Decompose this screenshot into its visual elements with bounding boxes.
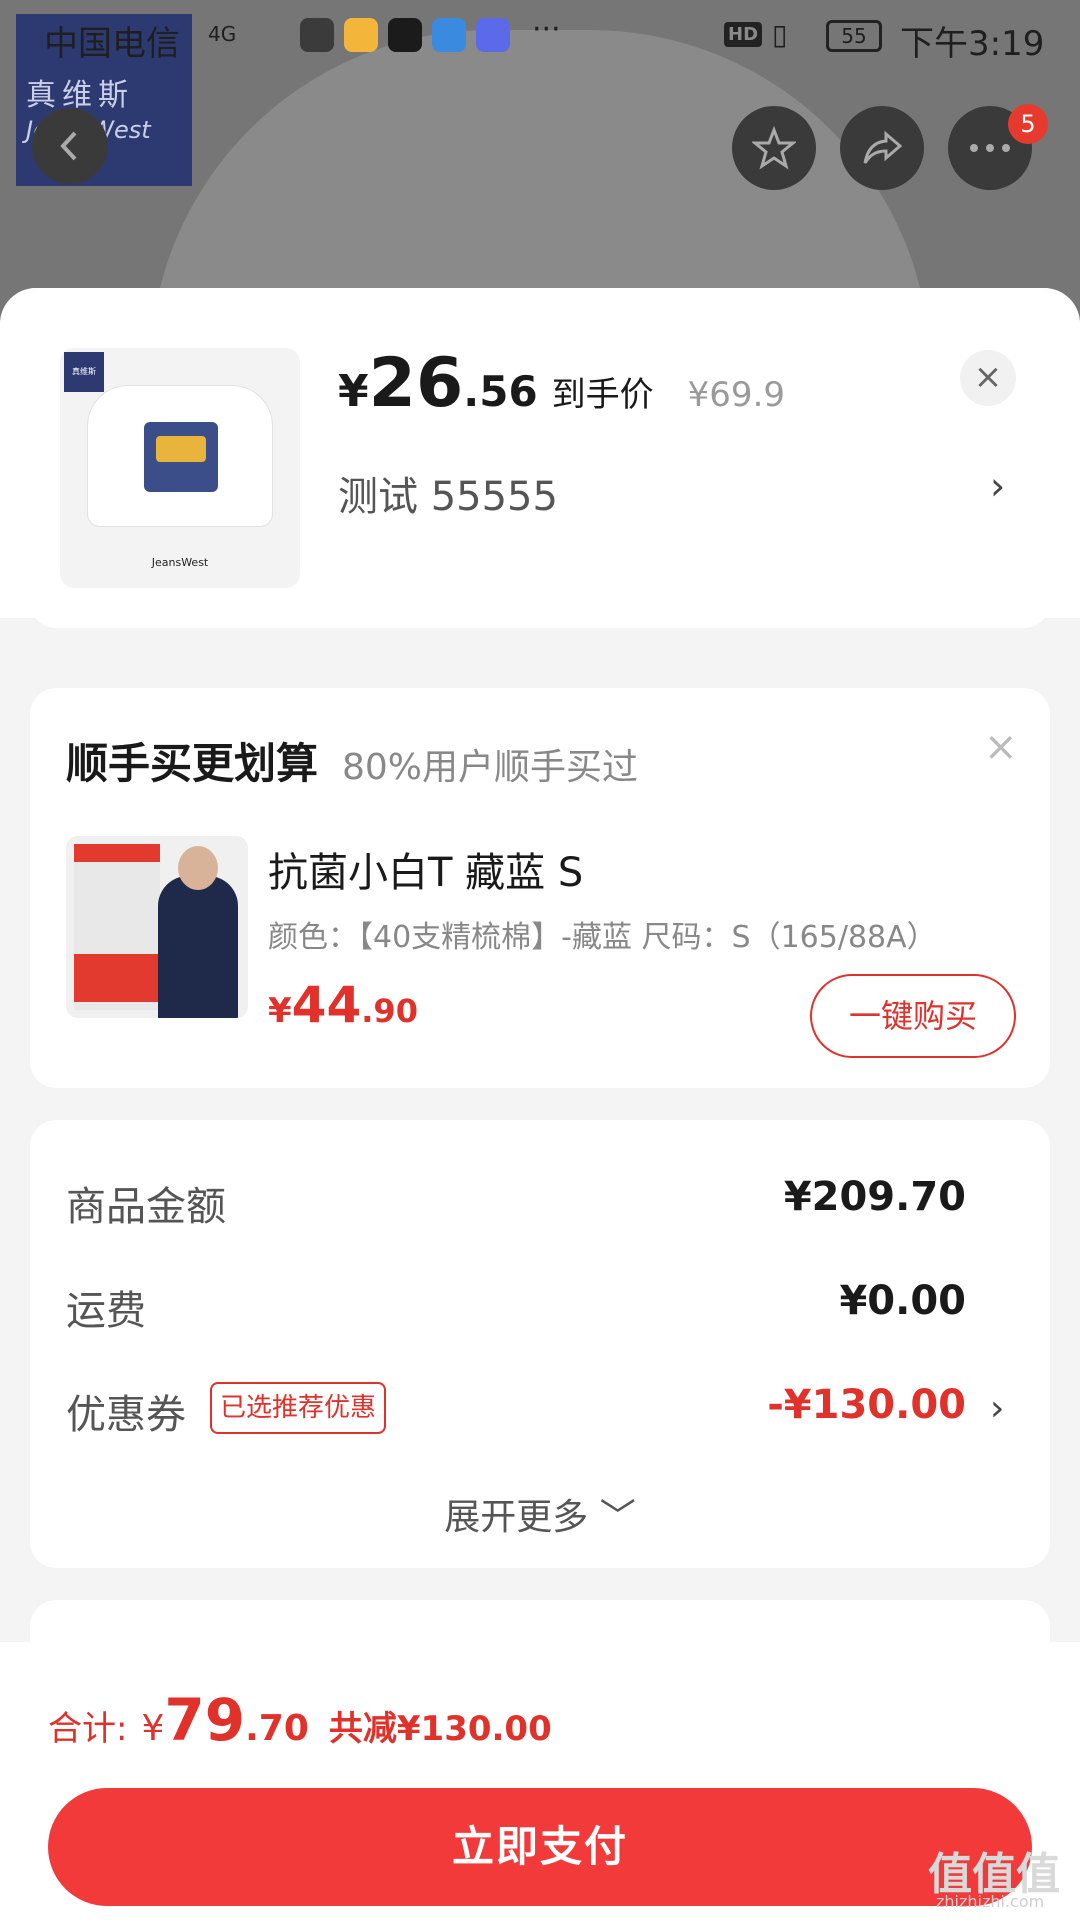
original-price: ¥69.9 xyxy=(687,375,786,415)
total-decimal: .70 xyxy=(245,1708,309,1749)
promo-flyer-header xyxy=(74,844,160,862)
product-header: 真维斯 JeansWest ¥ 26 .56 到手价 ¥69.9 测试 5555… xyxy=(0,288,1080,618)
coupon-tag: 已选推荐优惠 xyxy=(210,1382,387,1434)
price-decimal: .56 xyxy=(463,367,538,416)
model-shirt xyxy=(158,876,238,1018)
more-icon xyxy=(970,144,1010,152)
share-button[interactable] xyxy=(840,106,924,190)
order-total: 合计: ¥ 79 .70 共减¥130.00 xyxy=(48,1686,552,1754)
price-decimal: .90 xyxy=(361,992,418,1030)
share-icon xyxy=(863,130,903,164)
status-bar: 中国电信 4G ··· HD ▯ 55 下午3:19 xyxy=(0,0,1080,76)
watermark-site: zhizhizhi.com xyxy=(936,1892,1045,1911)
goods-amount-label: 商品金额 xyxy=(66,1184,226,1230)
model-head xyxy=(178,846,218,890)
upsell-title: 顺手买更划算 xyxy=(66,739,319,788)
chevron-left-icon xyxy=(60,131,77,161)
message-count-badge: 5 xyxy=(1008,104,1048,144)
close-icon[interactable]: × xyxy=(984,724,1018,770)
coupon-value[interactable]: -¥130.00 xyxy=(767,1382,966,1428)
favorite-button[interactable] xyxy=(732,106,816,190)
total-label: 合计: xyxy=(48,1709,128,1749)
more-notifications-icon: ··· xyxy=(532,12,561,47)
price-integer: 26 xyxy=(368,344,464,423)
expand-more-button[interactable]: 展开更多 ﹀ xyxy=(30,1488,1050,1540)
promo-flyer xyxy=(74,844,160,1010)
selected-variant[interactable]: 测试 55555 xyxy=(338,464,558,522)
price-summary-card: 商品金额 ¥209.70 运费 ¥0.00 优惠券 已选推荐优惠 -¥130.0… xyxy=(30,1120,1050,1568)
notification-icons xyxy=(300,18,510,52)
music-app-icon xyxy=(476,18,510,52)
carrier-label: 中国电信 xyxy=(44,24,180,64)
hd-icon: HD xyxy=(724,22,763,47)
price-integer: 44 xyxy=(291,976,362,1034)
upsell-card: 顺手买更划算 80%用户顺手买过 × 抗菌小白T 藏蓝 S 颜色：【40支精梳棉… xyxy=(30,688,1050,1088)
total-savings: 共减¥130.00 xyxy=(328,1709,552,1749)
product-card-bottom xyxy=(30,588,1050,628)
vibrate-icon: ▯ xyxy=(772,18,788,51)
back-button[interactable] xyxy=(32,108,108,184)
brand-name-cn: 真维斯 xyxy=(26,78,134,113)
final-price: ¥ 26 .56 到手价 ¥69.9 xyxy=(338,344,785,423)
network-icon: 4G xyxy=(208,22,237,46)
upsell-product-spec: 颜色：【40支精梳棉】-藏蓝 尺码：S（165/88A） xyxy=(268,920,937,955)
coupon-label: 优惠券 xyxy=(66,1392,186,1438)
one-click-buy-button[interactable]: 一键购买 xyxy=(810,974,1016,1058)
upsell-subtitle: 80%用户顺手买过 xyxy=(342,747,639,788)
close-icon[interactable]: × xyxy=(960,350,1016,406)
goods-amount-value: ¥209.70 xyxy=(783,1174,966,1220)
shipping-value: ¥0.00 xyxy=(839,1278,966,1324)
price-currency: ¥ xyxy=(268,991,292,1031)
product-thumbnail[interactable]: 真维斯 JeansWest xyxy=(60,348,300,588)
total-currency: ¥ xyxy=(141,1708,165,1749)
promo-flyer-band xyxy=(74,954,160,1002)
notes-app-icon xyxy=(344,18,378,52)
tiktok-app-icon xyxy=(388,18,422,52)
brand-caption: JeansWest xyxy=(151,556,209,569)
clock: 下午3:19 xyxy=(900,24,1045,64)
tshirt-print-detail xyxy=(156,436,206,462)
shipping-label: 运费 xyxy=(66,1288,146,1334)
chevron-right-icon[interactable]: › xyxy=(990,1388,1004,1429)
total-integer: 79 xyxy=(164,1686,246,1754)
upsell-product-price: ¥ 44 .90 xyxy=(268,976,418,1034)
chevron-right-icon[interactable]: › xyxy=(990,464,1005,508)
browser-app-icon xyxy=(432,18,466,52)
huawei-app-icon xyxy=(300,18,334,52)
upsell-product-image[interactable] xyxy=(66,836,248,1018)
price-currency: ¥ xyxy=(338,366,369,417)
checkout-footer: 合计: ¥ 79 .70 共减¥130.00 立即支付 xyxy=(0,1642,1080,1920)
battery-icon: 55 xyxy=(826,20,882,52)
upsell-product-name: 抗菌小白T 藏蓝 S xyxy=(268,850,584,896)
brand-badge: 真维斯 xyxy=(64,352,104,392)
pay-now-button[interactable]: 立即支付 xyxy=(48,1788,1032,1906)
star-icon xyxy=(752,126,796,170)
price-tag-label: 到手价 xyxy=(551,375,654,415)
